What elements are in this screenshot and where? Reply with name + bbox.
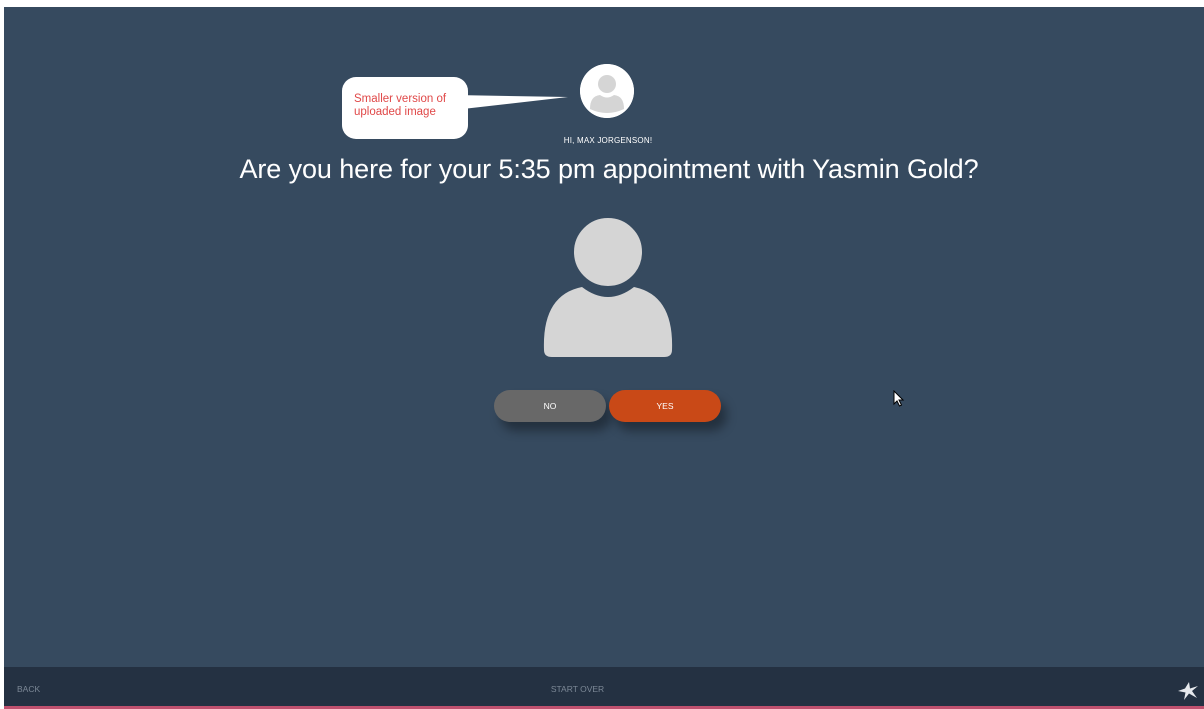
callout-text: Smaller version of uploaded image [354,93,447,118]
yes-button[interactable]: YES [609,390,721,422]
appointment-question: Are you here for your 5:35 pm appointmen… [239,154,979,184]
start-over-link[interactable]: START OVER [4,684,1151,694]
starburst-logo-icon [1178,682,1198,700]
footer-bar: BACK START OVER [4,667,1204,707]
yes-button-label: YES [656,401,674,411]
no-button-label: NO [543,401,557,411]
checkin-screen: Smaller version of uploaded image HI, MA… [4,7,1204,709]
callout-pointer [454,95,568,110]
mouse-pointer-icon [893,390,905,407]
no-button[interactable]: NO [494,390,606,422]
small-avatar-icon [580,64,634,118]
greeting-text: HI, MAX JORGENSON! [563,136,653,145]
user-avatar-icon [543,215,673,357]
annotation-callout: Smaller version of uploaded image [342,77,468,139]
